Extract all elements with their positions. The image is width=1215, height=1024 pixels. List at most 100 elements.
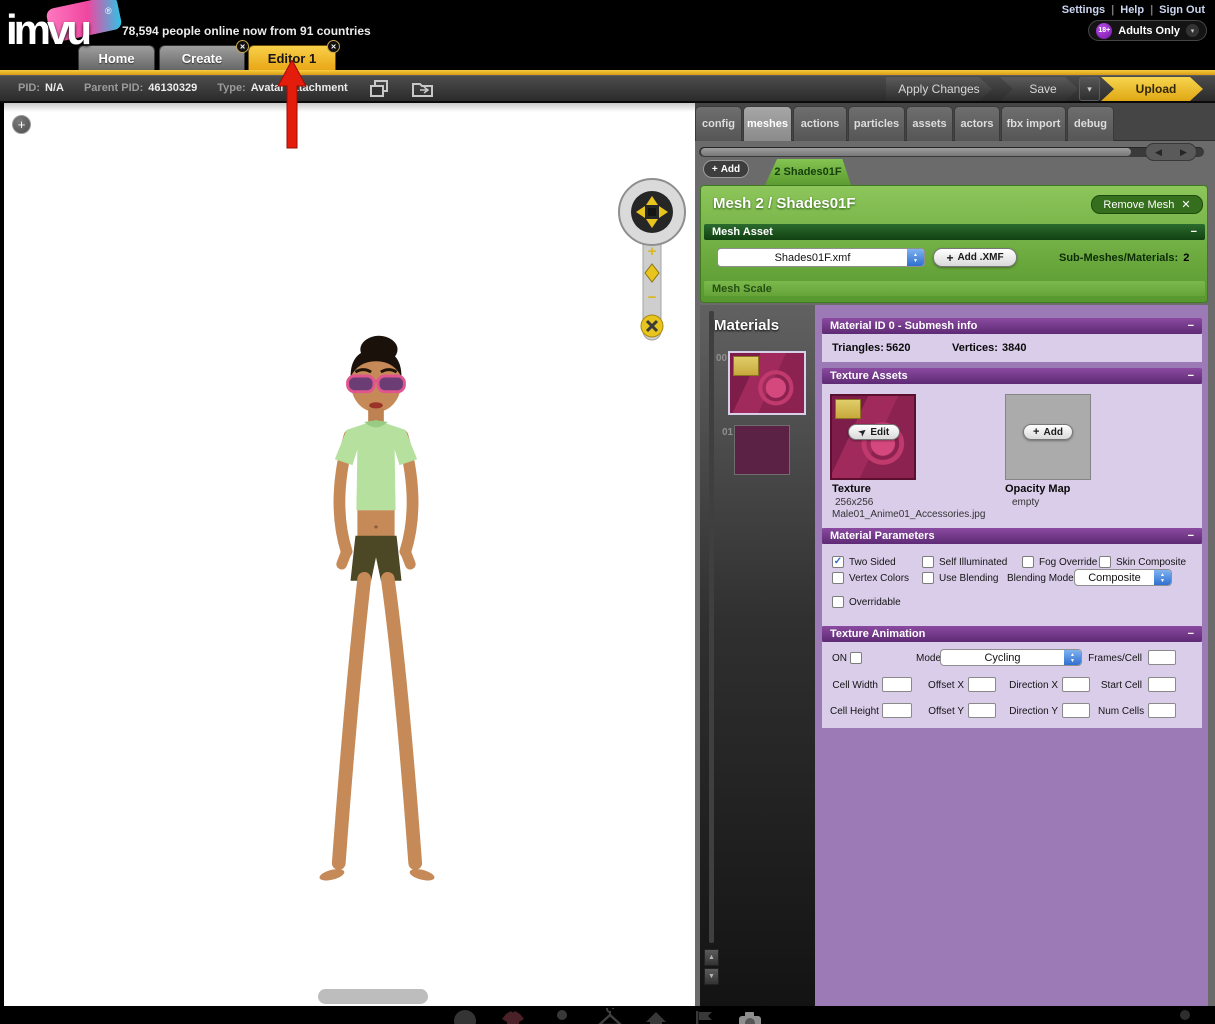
- mesh-scrollbar-handle[interactable]: [701, 148, 1131, 156]
- save-options-button[interactable]: ▾: [1079, 77, 1100, 101]
- direction-x-label: Direction X: [1009, 680, 1058, 691]
- imvu-logo[interactable]: imvu ®: [2, 0, 123, 68]
- two-sided-checkbox[interactable]: ✓: [832, 556, 844, 568]
- editor-tab-config[interactable]: config: [695, 106, 742, 141]
- editor-tab-particles[interactable]: particles: [848, 106, 905, 141]
- editor-tab-actors[interactable]: actors: [954, 106, 1000, 141]
- prev-mesh-button[interactable]: ◀: [1155, 147, 1162, 158]
- bottom-toolbar: [0, 1006, 1215, 1024]
- edit-texture-button[interactable]: ➤ Edit: [848, 424, 900, 440]
- chevron-down-icon: ▾: [1087, 83, 1092, 94]
- upload-button[interactable]: Upload: [1101, 77, 1203, 101]
- add-xmf-button[interactable]: + Add .XMF: [933, 248, 1017, 267]
- num-cells-label: Num Cells: [1098, 706, 1145, 717]
- cell-height-input[interactable]: [882, 703, 912, 718]
- top-bar: 78,594 people online now from 91 countri…: [0, 0, 1215, 45]
- hanger-icon[interactable]: [597, 1008, 623, 1024]
- opacity-map-value: empty: [1012, 497, 1040, 508]
- tab-create-label: Create: [181, 50, 223, 66]
- cell-width-input[interactable]: [882, 677, 912, 692]
- add-mesh-label: Add: [720, 163, 741, 175]
- on-checkbox[interactable]: [850, 652, 862, 664]
- self-illuminated-checkbox[interactable]: [922, 556, 934, 568]
- home-icon[interactable]: [643, 1008, 669, 1024]
- record-icon[interactable]: [452, 1008, 478, 1024]
- opacity-map-label: Opacity Map: [1005, 483, 1071, 495]
- scroll-down-button[interactable]: ▼: [704, 968, 719, 985]
- direction-x-input[interactable]: [1062, 677, 1090, 692]
- offset-x-label: Offset X: [928, 680, 964, 691]
- triangles-label: Triangles:: [832, 342, 884, 354]
- start-cell-input[interactable]: [1148, 677, 1176, 692]
- materials-scrollbar-track[interactable]: [709, 311, 714, 943]
- material-01-thumbnail[interactable]: [734, 425, 790, 475]
- submesh-info-collapse-button[interactable]: −: [1188, 320, 1194, 332]
- mesh-asset-collapse-button[interactable]: −: [1191, 226, 1197, 238]
- frames-cell-label: Frames/Cell: [1088, 653, 1142, 664]
- logo-wordmark: imvu: [6, 6, 92, 53]
- flag-icon[interactable]: [691, 1008, 717, 1024]
- viewport-slider-pill[interactable]: [318, 989, 428, 1004]
- skin-composite-checkbox[interactable]: [1099, 556, 1111, 568]
- material-editor-panel: Material ID 0 - Submesh info − Triangles…: [815, 305, 1208, 1006]
- offset-y-input[interactable]: [968, 703, 996, 718]
- shirt-icon[interactable]: [500, 1008, 526, 1024]
- canvas-plus-button[interactable]: +: [12, 115, 31, 134]
- tab-create[interactable]: Create ✕: [159, 40, 249, 70]
- xmf-file-select[interactable]: Shades01F.xmf ▲ ▼: [717, 248, 925, 267]
- editor-tab-fbx-import[interactable]: fbx import: [1001, 106, 1066, 141]
- material-parameters-collapse-button[interactable]: −: [1188, 530, 1194, 542]
- editor-tab-row: config meshes actions particles assets a…: [695, 103, 1215, 141]
- editor-tab-debug[interactable]: debug: [1067, 106, 1114, 141]
- viewport-canvas[interactable]: + + −: [4, 103, 695, 1006]
- mesh-scale-header[interactable]: Mesh Scale: [704, 281, 1205, 296]
- avatar-icon[interactable]: [549, 1008, 575, 1024]
- add-opacity-map-button[interactable]: + Add: [1023, 424, 1073, 440]
- cell-width-label: Cell Width: [832, 680, 878, 691]
- parent-pid-value: 46130329: [148, 82, 198, 94]
- vertex-colors-checkbox[interactable]: [832, 572, 844, 584]
- mode-select[interactable]: Cycling ▲ ▼: [940, 649, 1082, 666]
- on-label: ON: [832, 653, 847, 664]
- apply-changes-button[interactable]: Apply Changes: [886, 77, 992, 101]
- frames-cell-input[interactable]: [1148, 650, 1176, 665]
- editor-tab-actions[interactable]: actions: [793, 106, 847, 141]
- registered-mark: ®: [105, 6, 112, 16]
- remove-mesh-button[interactable]: Remove Mesh ✕: [1091, 195, 1203, 214]
- person-icon[interactable]: [1172, 1008, 1198, 1024]
- add-mesh-button[interactable]: + Add: [703, 160, 749, 178]
- scroll-up-button[interactable]: ▲: [704, 949, 719, 966]
- blending-mode-select[interactable]: Composite ▲ ▼: [1074, 569, 1172, 586]
- num-cells-input[interactable]: [1148, 703, 1176, 718]
- texture-animation-collapse-button[interactable]: −: [1188, 628, 1194, 640]
- direction-y-input[interactable]: [1062, 703, 1090, 718]
- next-mesh-button[interactable]: ▶: [1180, 147, 1187, 158]
- close-icon[interactable]: ✕: [327, 40, 340, 53]
- clone-window-icon[interactable]: [370, 80, 390, 98]
- fog-override-checkbox[interactable]: [1022, 556, 1034, 568]
- settings-link[interactable]: Settings: [1062, 4, 1105, 16]
- editor-tab-assets[interactable]: assets: [906, 106, 953, 141]
- export-folder-icon[interactable]: [412, 80, 434, 98]
- texture-label: Texture: [832, 483, 871, 495]
- mesh-panel: Mesh 2 / Shades01F Remove Mesh ✕ Mesh As…: [700, 185, 1208, 303]
- texture-assets-collapse-button[interactable]: −: [1188, 370, 1194, 382]
- help-link[interactable]: Help: [1120, 4, 1144, 16]
- material-00-thumbnail[interactable]: [728, 351, 806, 415]
- mesh-tab-2-shades01f[interactable]: 2 Shades01F: [765, 159, 851, 185]
- use-blending-checkbox[interactable]: [922, 572, 934, 584]
- editor-tab-meshes[interactable]: meshes: [743, 106, 792, 141]
- camera-icon[interactable]: [737, 1008, 763, 1024]
- materials-title: Materials: [714, 317, 780, 334]
- audience-selector[interactable]: 18+ Adults Only ▾: [1088, 20, 1207, 41]
- vertices-value: 3840: [1002, 342, 1027, 354]
- cursor-icon: ➤: [856, 425, 869, 438]
- offset-x-input[interactable]: [968, 677, 996, 692]
- stepper-icon: ▲ ▼: [907, 249, 924, 266]
- camera-rotation-widget[interactable]: + −: [612, 176, 692, 356]
- overridable-checkbox[interactable]: [832, 596, 844, 608]
- svg-text:+: +: [648, 243, 657, 260]
- sign-out-link[interactable]: Sign Out: [1159, 4, 1205, 16]
- vertices-label: Vertices:: [952, 342, 998, 354]
- online-count-text: 78,594 people online now from 91 countri…: [122, 24, 371, 38]
